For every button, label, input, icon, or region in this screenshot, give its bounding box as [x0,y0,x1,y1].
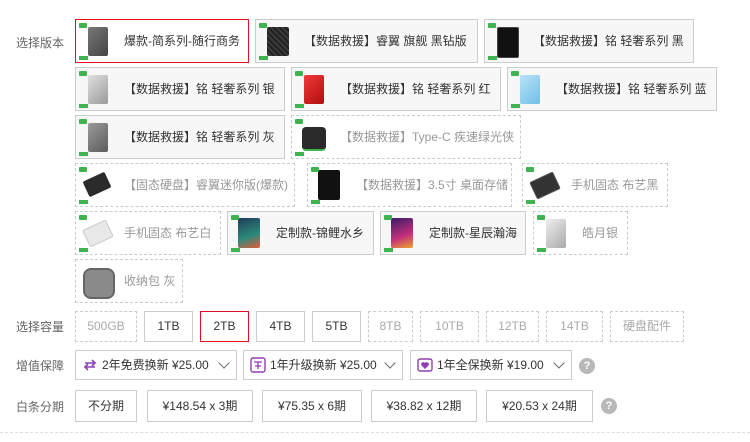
variant-label: 【数据救援】3.5寸 桌面存储 [356,178,509,192]
product-thumbnail [486,21,526,61]
variant-custom-koi[interactable]: 定制款-锦鲤水乡 [227,211,374,255]
variant-phone-ssd-white[interactable]: 手机固态 布艺白 [75,211,221,255]
variant-label: 手机固态 布艺白 [124,226,212,240]
help-icon[interactable]: ? [579,358,595,374]
variant-label: 皓月银 [582,226,619,240]
capacity-14tb[interactable]: 14TB [546,311,603,342]
variant-custom-stars[interactable]: 定制款-星辰瀚海 [380,211,526,255]
variant-moon-silver[interactable]: 皓月银 [533,211,628,255]
variant-desktop-35[interactable]: 【数据救援】3.5寸 桌面存储 [307,163,512,207]
capacity-12tb[interactable]: 12TB [486,311,539,342]
variant-label: 【数据救援】铭 轻奢系列 红 [340,82,491,96]
product-thumbnail [77,69,117,109]
installment-label: 白条分期 [16,400,65,414]
variant-ming-blue[interactable]: 【数据救援】铭 轻奢系列 蓝 [507,67,717,111]
product-thumbnail [382,213,422,253]
product-thumbnail [77,117,117,157]
service-label: 1年全保换新 ¥19.00 [437,358,544,372]
capacity-4tb[interactable]: 4TB [256,311,305,342]
variant-ming-black[interactable]: 【数据救援】铭 轻奢系列 黑 [484,19,694,63]
capacity-1tb[interactable]: 1TB [144,311,193,342]
variant-label: 爆款-简系列-随行商务 [124,34,240,48]
product-thumbnail [77,165,117,205]
product-thumbnail [309,165,349,205]
service-2yr-replace-dropdown[interactable]: 2年免费换新 ¥25.00 [75,350,237,380]
variant-label: 收纳包 灰 [124,274,176,288]
installment-6[interactable]: ¥75.35 x 6期 [262,390,362,422]
product-thumbnail [293,69,333,109]
chevron-down-icon [218,357,230,369]
chevron-down-icon [384,357,396,369]
capacity-5tb[interactable]: 5TB [312,311,361,342]
installment-none[interactable]: 不分期 [75,390,137,422]
product-thumbnail [77,213,117,253]
service-label: 1年升级换新 ¥25.00 [270,358,377,372]
service-1yr-upgrade-dropdown[interactable]: 1年升级换新 ¥25.00 [243,350,403,380]
help-icon[interactable]: ? [601,398,617,414]
version-label: 选择版本 [16,36,65,50]
variant-label: 【数据救援】铭 轻奢系列 银 [124,82,275,96]
capacity-500gb[interactable]: 500GB [75,311,137,342]
variant-storage-bag-gray[interactable]: 收纳包 灰 [75,259,183,303]
capacity-2tb[interactable]: 2TB [200,311,249,342]
variant-typec-green[interactable]: 【数据救援】Type-C 疾速绿光侠 [291,115,521,159]
variant-label: 定制款-星辰瀚海 [429,226,517,240]
product-thumbnail [257,21,297,61]
swap-icon [83,359,97,371]
variant-label: 【数据救援】铭 轻奢系列 蓝 [556,82,707,96]
product-thumbnail [293,117,333,157]
capacity-10tb[interactable]: 10TB [420,311,479,342]
variant-jian-series[interactable]: 爆款-简系列-随行商务 [75,19,249,63]
variant-label: 手机固态 布艺黑 [571,178,659,192]
variant-ruiyi-black-diamond[interactable]: 【数据救援】睿翼 旗舰 黑钻版 [255,19,478,63]
product-thumbnail [509,69,549,109]
capacity-label: 选择容量 [16,320,65,334]
variant-ming-gray[interactable]: 【数据救援】铭 轻奢系列 灰 [75,115,285,159]
capacity-accessories[interactable]: 硬盘配件 [610,311,684,342]
installment-24[interactable]: ¥20.53 x 24期 [486,390,593,422]
service-label: 增值保障 [16,359,65,373]
product-thumbnail [77,21,117,61]
variant-ming-red[interactable]: 【数据救援】铭 轻奢系列 红 [291,67,501,111]
variant-phone-ssd-black[interactable]: 手机固态 布艺黑 [522,163,668,207]
capacity-8tb[interactable]: 8TB [368,311,413,342]
variant-label: 【数据救援】铭 轻奢系列 灰 [124,130,275,144]
product-thumbnail [229,213,269,253]
variant-label: 【数据救援】睿翼 旗舰 黑钻版 [304,34,467,48]
service-label: 2年免费换新 ¥25.00 [102,358,209,372]
variant-ssd-mini[interactable]: 【固态硬盘】睿翼迷你版(爆款) [75,163,295,207]
upgrade-icon [250,357,266,373]
service-1yr-full-dropdown[interactable]: 1年全保换新 ¥19.00 [410,350,572,380]
variant-label: 定制款-锦鲤水乡 [276,226,364,240]
installment-12[interactable]: ¥38.82 x 12期 [371,390,477,422]
shield-heart-icon [417,358,433,372]
divider [0,432,750,434]
variant-label: 【固态硬盘】睿翼迷你版(爆款) [124,178,288,192]
chevron-down-icon [553,357,565,369]
product-thumbnail [535,213,575,253]
variant-ming-silver[interactable]: 【数据救援】铭 轻奢系列 银 [75,67,285,111]
variant-label: 【数据救援】铭 轻奢系列 黑 [533,34,684,48]
product-thumbnail [524,165,564,205]
installment-3[interactable]: ¥148.54 x 3期 [147,390,253,422]
variant-label: 【数据救援】Type-C 疾速绿光侠 [340,130,515,144]
product-thumbnail [77,261,117,301]
